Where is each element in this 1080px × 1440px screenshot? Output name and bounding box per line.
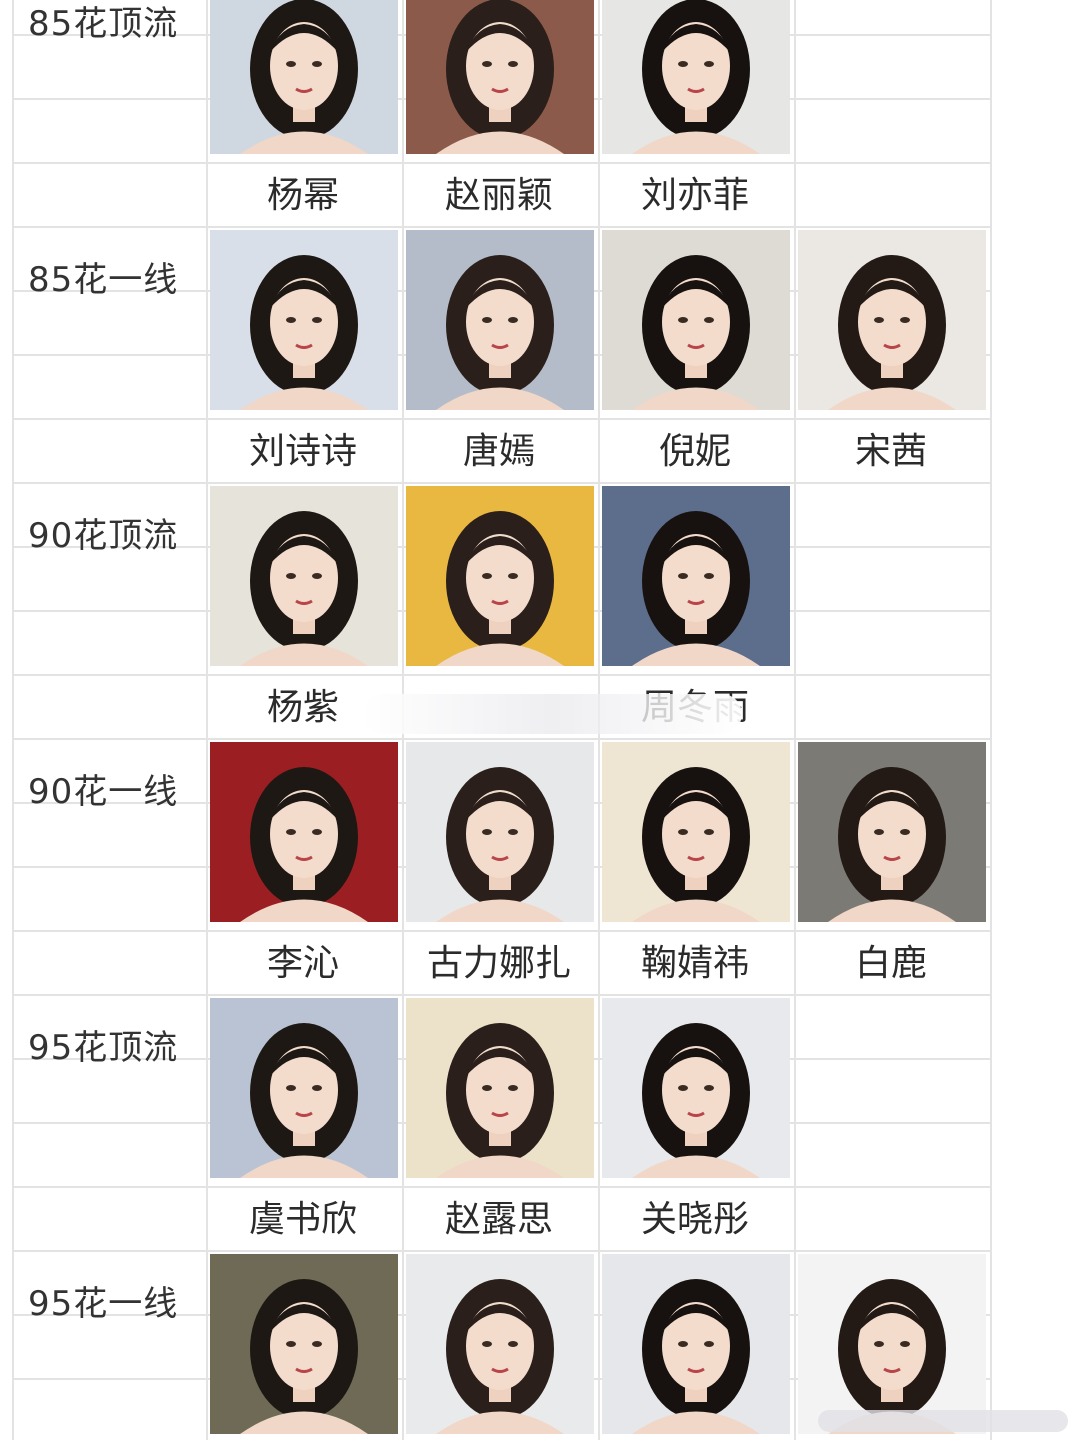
watermark-overlay — [362, 694, 742, 734]
grid-hline — [12, 418, 992, 420]
portrait-photo — [210, 486, 398, 666]
portrait-photo — [602, 0, 790, 154]
grid-hline — [12, 162, 992, 164]
tier-label: 95花顶流 — [28, 1028, 179, 1068]
portrait-photo — [406, 486, 594, 666]
grid-hline — [12, 738, 992, 740]
portrait-photo — [210, 742, 398, 922]
blurred-bar — [818, 1410, 1068, 1432]
portrait-photo — [210, 998, 398, 1178]
tier-label: 85花一线 — [28, 260, 179, 300]
tier-table: 85花顶流杨幂赵丽颖刘亦菲85花一线刘诗诗唐嫣倪妮宋茜90花顶流杨紫周冬雨90花… — [0, 0, 1080, 1440]
portrait-photo — [798, 742, 986, 922]
portrait-photo — [602, 1254, 790, 1434]
portrait-photo — [210, 230, 398, 410]
portrait-photo — [406, 998, 594, 1178]
tier-label: 90花一线 — [28, 772, 179, 812]
grid-hline — [12, 482, 992, 484]
portrait-photo — [602, 742, 790, 922]
tier-label: 90花顶流 — [28, 516, 179, 556]
portrait-photo — [798, 1254, 986, 1434]
grid-hline — [12, 674, 992, 676]
person-name: 刘诗诗 — [248, 431, 357, 472]
person-name: 倪妮 — [658, 431, 731, 472]
portrait-photo — [602, 998, 790, 1178]
portrait-photo — [210, 0, 398, 154]
person-name: 白鹿 — [854, 943, 927, 984]
grid-hline — [12, 994, 992, 996]
portrait-photo — [798, 230, 986, 410]
grid-hline — [12, 226, 992, 228]
person-name: 虞书欣 — [248, 1199, 357, 1240]
portrait-photo — [406, 230, 594, 410]
grid-hline — [12, 1250, 992, 1252]
person-name: 刘亦菲 — [640, 175, 749, 216]
portrait-photo — [210, 1254, 398, 1434]
person-name: 唐嫣 — [462, 431, 535, 472]
person-name: 宋茜 — [854, 431, 927, 472]
person-name: 杨幂 — [266, 175, 339, 216]
portrait-photo — [602, 486, 790, 666]
grid-hline — [12, 930, 992, 932]
person-name: 赵露思 — [444, 1199, 553, 1240]
portrait-photo — [406, 0, 594, 154]
grid-hline — [12, 1186, 992, 1188]
grid-vline — [12, 0, 14, 1440]
person-name: 古力娜扎 — [426, 943, 571, 984]
person-name: 赵丽颖 — [444, 175, 553, 216]
person-name: 李沁 — [266, 943, 339, 984]
tier-label: 95花一线 — [28, 1284, 179, 1324]
tier-label: 85花顶流 — [28, 4, 179, 44]
grid-vline — [794, 0, 796, 1440]
portrait-photo — [406, 742, 594, 922]
portrait-photo — [602, 230, 790, 410]
portrait-photo — [406, 1254, 594, 1434]
person-name: 鞠婧祎 — [640, 943, 749, 984]
grid-vline — [990, 0, 992, 1440]
person-name: 关晓彤 — [640, 1199, 749, 1240]
